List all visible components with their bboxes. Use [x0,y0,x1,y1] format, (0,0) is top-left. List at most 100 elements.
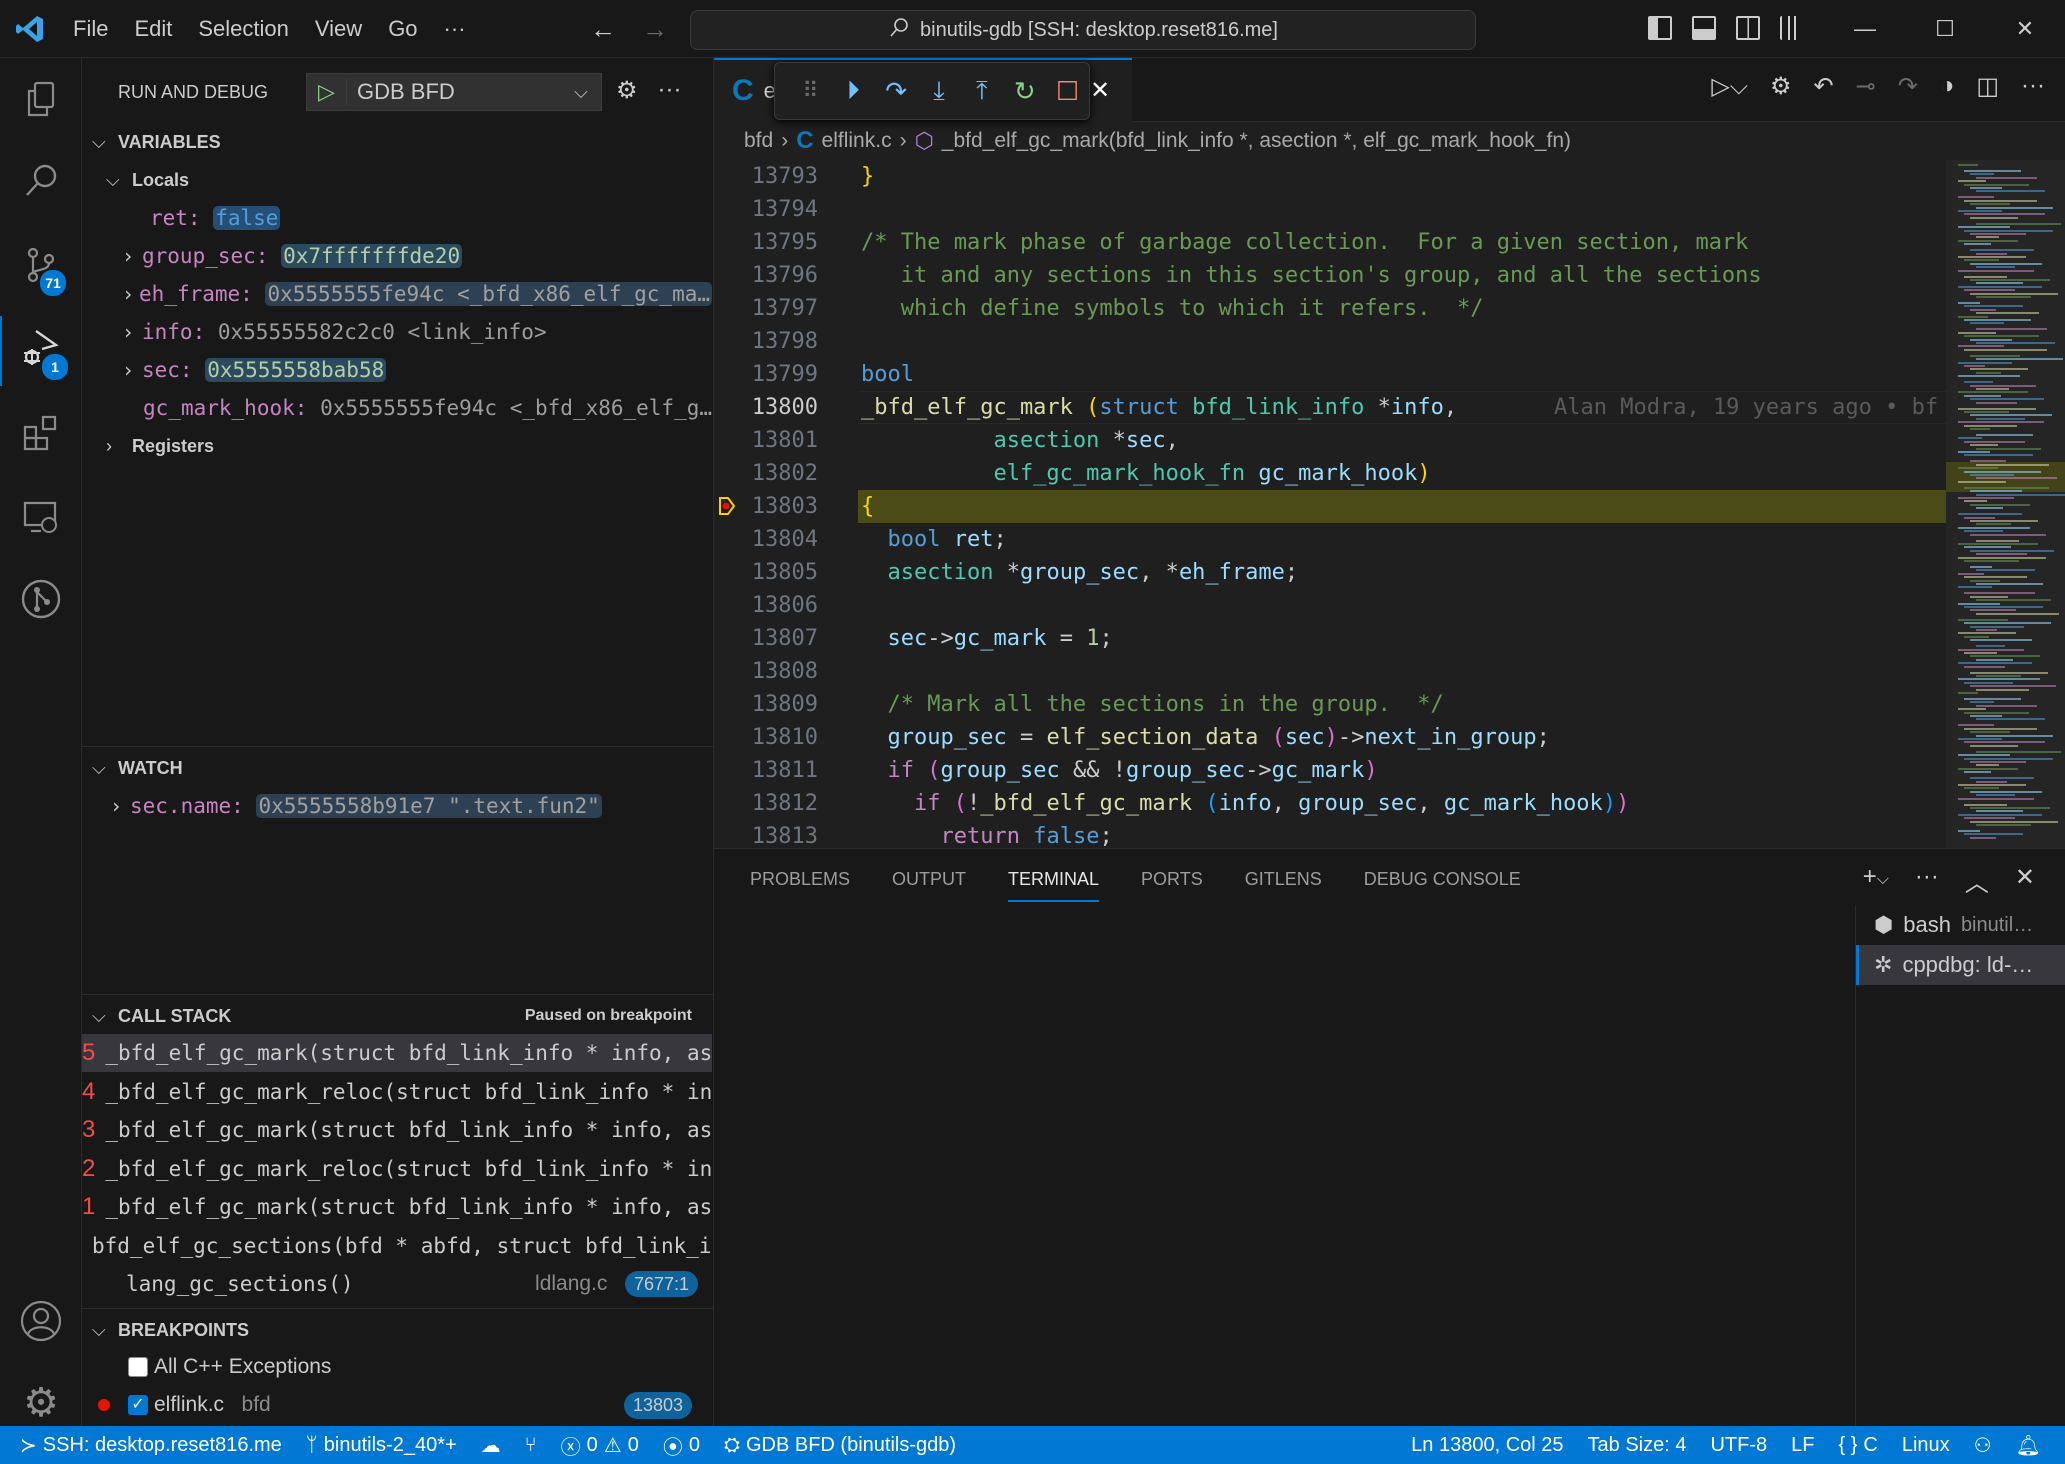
stack-frame[interactable]: bfd_elf_gc_sections(bfd * abfd, struct b… [82,1227,712,1265]
variable-row[interactable]: › info: 0x55555582c2c0 <link_info> [82,313,712,351]
terminal-output[interactable] [714,905,1855,1427]
terminal-item-cppdbg[interactable]: ✲ cppdbg: ld-… [1856,945,2065,985]
step-over-icon[interactable]: ↷ [875,76,918,107]
stack-frame[interactable]: 4 _bfd_elf_gc_mark_reloc(struct bfd_link_… [82,1073,712,1111]
drag-handle-icon[interactable]: ⠿ [789,78,832,104]
toggle-primary-sidebar-icon[interactable] [1648,16,1672,40]
new-terminal-icon[interactable]: +⌵ [1863,863,1889,898]
open-changes-previous-icon[interactable]: ↶ [1814,72,1834,101]
forward-arrow-icon[interactable]: → [642,14,668,45]
close-window-icon[interactable]: ✕ [1985,0,2065,58]
run-debug-dropdown-icon[interactable]: ▷⌵ [1711,72,1748,101]
call-stack-section-header[interactable]: ⌵ CALL STACK Paused on breakpoint [82,998,714,1034]
activity-source-control[interactable]: 71 [0,232,82,302]
menu-more[interactable]: ··· [431,16,479,42]
continue-icon[interactable]: ⏵ [832,75,875,107]
variable-row[interactable]: › group_sec: 0x7fffffffde20 [82,237,712,275]
breadcrumb-folder[interactable]: bfd [744,129,773,153]
activity-run-and-debug[interactable]: 1 [0,316,82,386]
breakpoint-checkbox[interactable] [128,1357,148,1377]
branch-indicator[interactable]: ᛘ binutils-2_40*+ [294,1434,469,1457]
variable-row[interactable]: gc_mark_hook: 0x5555555fe94c <_bfd_x86_e… [82,389,712,427]
minimize-icon[interactable]: — [1825,0,1905,58]
problems-indicator[interactable]: ⓧ 0 ⚠ 0 [549,1431,651,1460]
tab-ports[interactable]: PORTS [1141,869,1203,902]
tab-terminal[interactable]: TERMINAL [1008,869,1100,902]
activity-explorer[interactable] [0,66,82,136]
close-panel-icon[interactable]: ✕ [2015,863,2035,898]
breakpoint-row[interactable]: ✓ elflink.c bfd 13803 [82,1386,712,1424]
stack-frame[interactable]: 2 _bfd_elf_gc_mark_reloc(struct bfd_link_… [82,1150,712,1188]
git-blame-annotation[interactable]: Alan Modra, 19 years ago • bf [1554,391,1938,424]
menu-edit[interactable]: Edit [121,16,185,42]
menu-selection[interactable]: Selection [185,16,302,42]
gitlens-inspect-icon[interactable]: ◑ [1940,72,1955,101]
more-actions-icon[interactable]: ··· [658,76,682,105]
restart-icon[interactable]: ↻ [1003,76,1046,107]
end-of-line[interactable]: LF [1779,1433,1826,1458]
activity-accounts[interactable] [0,1288,82,1358]
step-out-icon[interactable]: ⤒ [960,75,1003,107]
maximize-icon[interactable]: ☐ [1905,0,1985,58]
breakpoint-row[interactable]: All C++ Exceptions [82,1348,712,1386]
tab-gitlens[interactable]: GITLENS [1245,869,1322,902]
launch-config-select[interactable]: ▷ GDB BFD ⌵ [306,73,602,111]
customize-layout-icon[interactable] [1780,16,1804,40]
split-editor-icon[interactable]: ◫ [1976,72,1999,101]
feedback-icon[interactable]: ⚇ [1962,1433,2004,1458]
commit-icon[interactable]: ⊸ [1856,72,1876,101]
toggle-panel-icon[interactable] [1692,16,1716,40]
menu-go[interactable]: Go [375,16,430,42]
breadcrumb-symbol[interactable]: _bfd_elf_gc_mark(bfd_link_info *, asecti… [942,129,1571,153]
breakpoint-checkbox[interactable]: ✓ [128,1395,148,1415]
language-mode[interactable]: { } C [1826,1433,1889,1458]
registers-scope[interactable]: › Registers [82,428,714,464]
cursor-position[interactable]: Ln 13800, Col 25 [1399,1433,1575,1458]
close-tab-icon[interactable]: ✕ [1090,76,1110,105]
settings-gear-icon[interactable]: ⚙ [1770,72,1792,101]
stack-frame[interactable]: lang_gc_sections() ldlang.c 7677:1 [82,1265,712,1303]
minimap[interactable] [1946,160,2065,848]
debug-indicator[interactable]: ⛭ GDB BFD (binutils-gdb) [712,1434,968,1457]
terminal-item-bash[interactable]: ⬢ bash binutil… [1856,905,2065,945]
open-launch-json-gear-icon[interactable]: ⚙ [616,76,638,105]
step-into-icon[interactable]: ⤓ [918,75,961,107]
remote-indicator[interactable]: ≻ SSH: desktop.reset816.me [0,1433,294,1458]
stack-frame[interactable]: 1 _bfd_elf_gc_mark(struct bfd_link_info *… [82,1188,712,1226]
menu-file[interactable]: File [60,16,121,42]
stack-frame[interactable]: 5 _bfd_elf_gc_mark(struct bfd_link_info *… [82,1034,712,1072]
sync-icon[interactable]: ☁ [469,1433,513,1458]
code-editor[interactable]: 13793 13794 13795 13796 13797 13798 1379… [714,160,1946,848]
activity-extensions[interactable] [0,400,82,470]
start-debugging-icon[interactable]: ▷ [307,79,347,105]
activity-gitlens[interactable] [0,566,82,636]
ports-indicator[interactable]: ⦿ 0 [651,1431,712,1460]
breadcrumb-file[interactable]: elflink.c [822,129,892,153]
variable-row[interactable]: ret: false [82,199,712,237]
stop-icon[interactable]: ☐ [1046,76,1089,107]
activity-remote-explorer[interactable] [0,484,82,554]
git-graph-icon[interactable]: ⑂ [513,1434,549,1457]
maximize-panel-icon[interactable]: ︿ [1965,863,1989,898]
watch-row[interactable]: › sec.name: 0x5555558b91e7 ".text.fun2" [82,787,712,825]
activity-search[interactable] [0,148,82,218]
variables-section-header[interactable]: ⌵ VARIABLES [82,124,714,160]
tab-output[interactable]: OUTPUT [892,869,966,902]
toggle-secondary-sidebar-icon[interactable] [1736,16,1760,40]
notifications-bell-icon[interactable]: 🔔︎ [2004,1433,2065,1458]
breakpoints-section-header[interactable]: ⌵ BREAKPOINTS [82,1312,714,1348]
variable-row[interactable]: › eh_frame: 0x5555555fe94c <_bfd_x86_elf_… [82,275,712,313]
more-actions-icon[interactable]: ··· [2021,72,2045,101]
tab-problems[interactable]: PROBLEMS [750,869,850,902]
menu-view[interactable]: View [302,16,375,42]
platform[interactable]: Linux [1890,1433,1962,1458]
open-changes-next-icon[interactable]: ↷ [1898,72,1918,101]
stack-frame[interactable]: 3 _bfd_elf_gc_mark(struct bfd_link_info *… [82,1111,712,1149]
tab-debug-console[interactable]: DEBUG CONSOLE [1364,869,1521,902]
variable-row[interactable]: › sec: 0x5555558bab58 [82,351,712,389]
watch-section-header[interactable]: ⌵ WATCH [82,750,714,786]
tab-size[interactable]: Tab Size: 4 [1576,1433,1699,1458]
encoding[interactable]: UTF-8 [1698,1433,1779,1458]
more-actions-icon[interactable]: ··· [1915,863,1939,898]
command-center[interactable]: binutils-gdb [SSH: desktop.reset816.me] [690,10,1476,50]
